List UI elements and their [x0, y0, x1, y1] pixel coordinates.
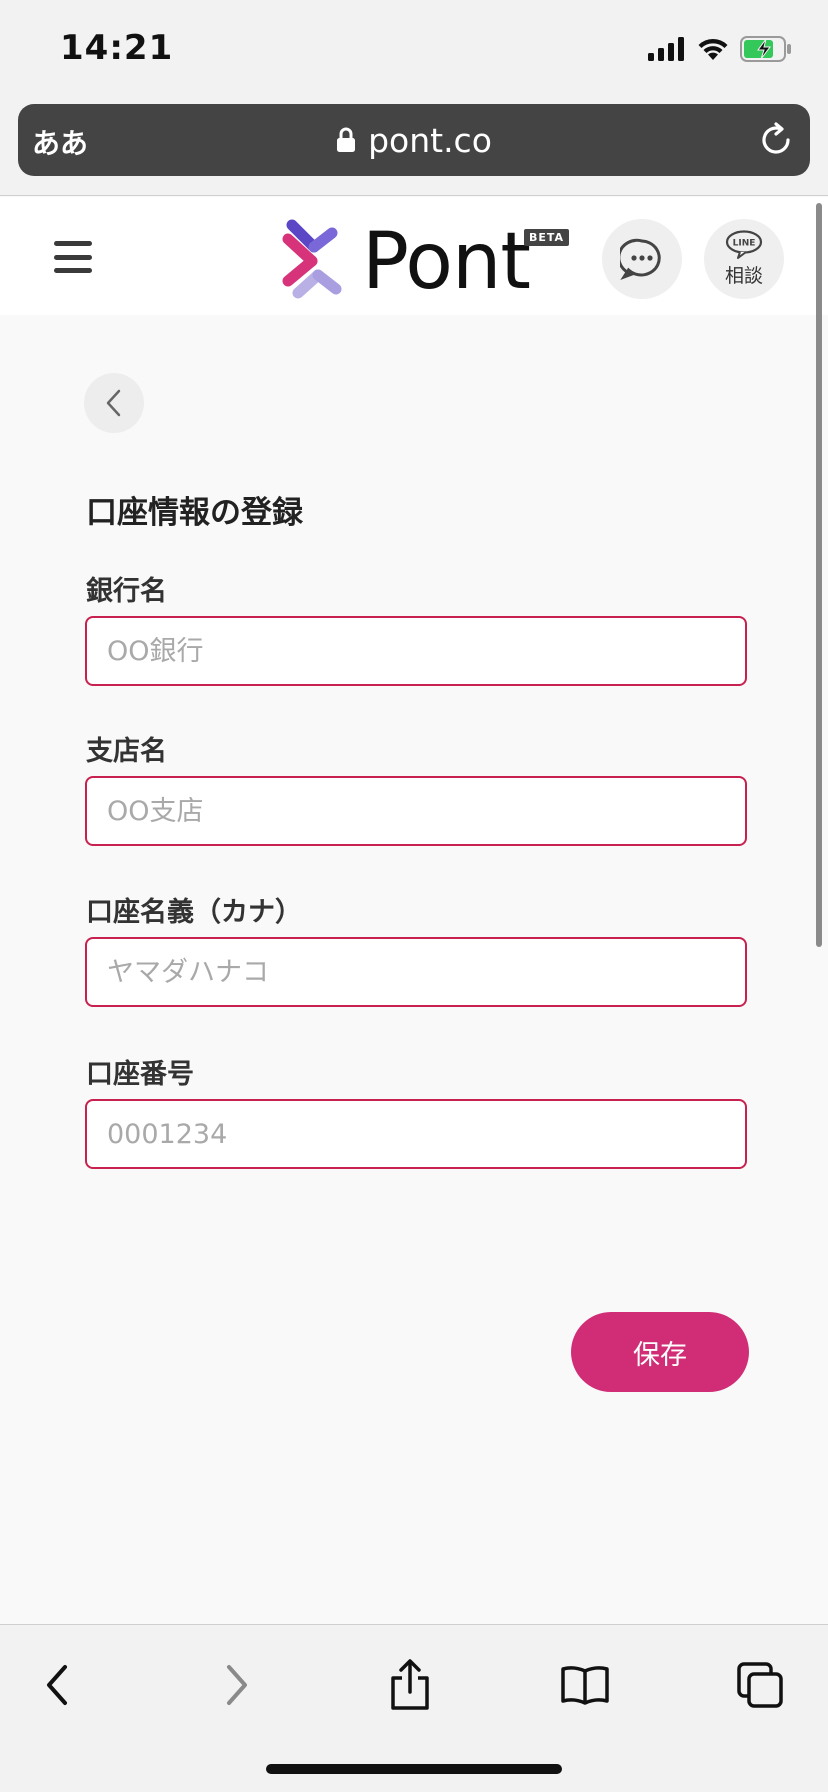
screen: 14:21 ああ pont.co Pont BETA LINE 相談 口座情報の…	[0, 0, 828, 1792]
account-holder-label: 口座名義（カナ）	[86, 897, 302, 928]
bank-name-label: 銀行名	[86, 576, 167, 607]
save-button[interactable]: 保存	[571, 1312, 749, 1392]
battery-icon	[740, 36, 791, 62]
chevron-left-icon	[106, 389, 121, 417]
main-content: 口座情報の登録 銀行名 支店名 口座名義（カナ） 口座番号 保存	[0, 315, 828, 1625]
share-icon	[391, 1659, 429, 1710]
tabs-button[interactable]	[730, 1655, 790, 1715]
status-icons	[648, 34, 792, 64]
url-display[interactable]: pont.co	[18, 104, 810, 176]
bookmarks-button[interactable]	[555, 1655, 615, 1715]
url-text: pont.co	[368, 120, 492, 160]
address-bar[interactable]: ああ pont.co	[18, 104, 810, 176]
branch-name-label: 支店名	[86, 736, 167, 767]
branch-name-input[interactable]	[85, 776, 747, 846]
back-nav-button[interactable]	[28, 1655, 88, 1715]
logo-mark-icon	[282, 219, 342, 299]
status-time: 14:21	[60, 28, 174, 68]
chat-button[interactable]	[602, 219, 682, 299]
bookmarks-icon	[561, 1666, 609, 1705]
beta-badge: BETA	[524, 229, 570, 246]
browser-top-bar: ああ pont.co	[0, 96, 828, 196]
forward-icon	[227, 1665, 247, 1705]
wifi-icon	[698, 38, 728, 60]
back-button[interactable]	[84, 373, 144, 433]
account-number-label: 口座番号	[86, 1059, 194, 1090]
reload-icon[interactable]	[758, 122, 794, 158]
menu-icon[interactable]	[54, 241, 92, 273]
chat-icon	[620, 238, 661, 280]
line-small-text: LINE	[733, 239, 756, 249]
forward-nav-button[interactable]	[206, 1655, 266, 1715]
back-icon	[47, 1665, 67, 1705]
share-button[interactable]	[380, 1655, 440, 1715]
home-indicator[interactable]	[266, 1764, 562, 1774]
scrollbar-thumb[interactable]	[816, 203, 822, 947]
logo-text: Pont	[362, 217, 531, 307]
signal-icon	[648, 37, 684, 61]
page-title: 口座情報の登録	[86, 495, 303, 531]
tabs-icon	[737, 1662, 783, 1708]
pont-logo[interactable]: Pont BETA	[280, 217, 570, 307]
account-number-input[interactable]	[85, 1099, 747, 1169]
account-holder-input[interactable]	[85, 937, 747, 1007]
line-consult-label: 相談	[724, 265, 763, 287]
site-header: Pont BETA LINE 相談	[0, 197, 828, 315]
status-bar: 14:21	[0, 0, 828, 96]
bank-name-input[interactable]	[85, 616, 747, 686]
line-consult-button[interactable]: LINE 相談	[704, 219, 784, 299]
lock-icon	[337, 127, 356, 152]
line-icon: LINE	[725, 230, 763, 259]
